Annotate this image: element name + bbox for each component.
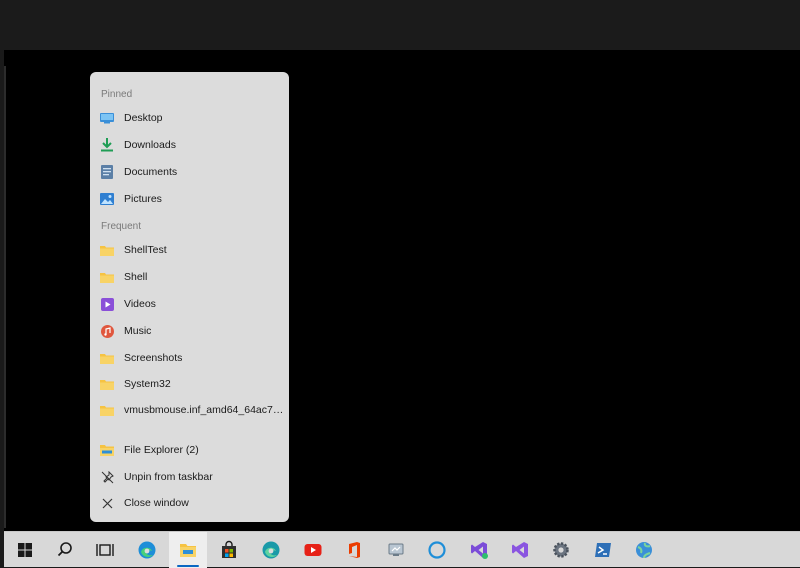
file-explorer-icon (100, 443, 114, 457)
jumplist-item-vmusbmouse[interactable]: vmusbmouse.inf_amd64_64ac7a0a... (90, 397, 289, 423)
search-icon (57, 542, 72, 557)
office-icon (349, 542, 360, 558)
frequent-section-title: Frequent (101, 221, 142, 232)
jumplist-item-label: File Explorer (2) (124, 444, 199, 456)
music-folder-icon (100, 324, 114, 338)
jumplist-item-label: Desktop (124, 112, 163, 124)
jumplist-item-label: Downloads (124, 139, 176, 151)
file-explorer-taskbar-button[interactable] (169, 532, 207, 568)
store-icon (222, 540, 236, 558)
folder-icon (100, 243, 114, 257)
microsoft-store-button[interactable] (210, 532, 248, 568)
jumplist-item-videos[interactable]: Videos (90, 291, 289, 317)
jumplist-action-close-window[interactable]: Close window (90, 490, 289, 516)
jumplist-item-label: Documents (124, 166, 178, 178)
jumplist-item-desktop[interactable]: Desktop (90, 105, 289, 131)
title-bar-area (0, 0, 800, 50)
jump-list: Pinned Desktop Downloads Documents Pictu… (90, 72, 289, 522)
jumplist-item-pictures[interactable]: Pictures (90, 186, 289, 212)
jumplist-item-screenshots[interactable]: Screenshots (90, 345, 289, 371)
jumplist-item-downloads[interactable]: Downloads (90, 132, 289, 158)
jumplist-item-label: Videos (124, 298, 156, 310)
jumplist-item-system32[interactable]: System32 (90, 371, 289, 397)
edge-dev-button[interactable] (252, 532, 290, 568)
edge-button[interactable] (128, 532, 166, 568)
network-button[interactable] (625, 532, 663, 568)
jumplist-item-label: Screenshots (124, 352, 183, 364)
edge-icon (138, 541, 156, 559)
remote-desktop-button[interactable] (377, 532, 415, 568)
downloads-folder-icon (100, 138, 114, 152)
unpin-icon (100, 470, 114, 484)
youtube-button[interactable] (294, 532, 332, 568)
powershell-button[interactable] (584, 532, 622, 568)
start-button[interactable] (6, 532, 44, 568)
window-edge (4, 66, 6, 528)
jumplist-item-label: System32 (124, 378, 171, 390)
videos-folder-icon (100, 297, 114, 311)
folder-icon (100, 403, 114, 417)
jumplist-item-shelltest[interactable]: ShellTest (90, 237, 289, 263)
file-explorer-icon (180, 544, 196, 557)
task-view-button[interactable] (86, 532, 124, 568)
visual-studio-preview-button[interactable] (460, 532, 498, 568)
windows-logo-icon (18, 543, 32, 557)
jumplist-action-file-explorer[interactable]: File Explorer (2) (90, 437, 289, 463)
folder-icon (100, 377, 114, 391)
jumplist-item-label: ShellTest (124, 244, 167, 256)
jumplist-action-unpin[interactable]: Unpin from taskbar (90, 464, 289, 490)
search-button[interactable] (46, 532, 84, 568)
jumplist-item-label: Unpin from taskbar (124, 471, 213, 483)
youtube-icon (304, 544, 322, 556)
desktop-folder-icon (100, 111, 114, 125)
jumplist-item-documents[interactable]: Documents (90, 159, 289, 185)
jumplist-item-music[interactable]: Music (90, 318, 289, 344)
jumplist-item-label: vmusbmouse.inf_amd64_64ac7a0a... (124, 404, 284, 416)
visual-studio-button[interactable] (501, 532, 539, 568)
taskbar (4, 531, 800, 568)
cortana-icon (428, 541, 446, 559)
visual-studio-icon (512, 542, 528, 558)
settings-button[interactable] (542, 532, 580, 568)
pinned-section-title: Pinned (101, 89, 133, 100)
jumplist-item-label: Shell (124, 271, 148, 283)
gear-icon (553, 542, 569, 558)
folder-icon (100, 270, 114, 284)
jumplist-item-shell[interactable]: Shell (90, 264, 289, 290)
folder-icon (100, 351, 114, 365)
visual-studio-preview-icon (471, 542, 488, 559)
jumplist-item-label: Pictures (124, 193, 162, 205)
office-button[interactable] (335, 532, 373, 568)
edge-dev-icon (262, 541, 280, 559)
jumplist-item-label: Music (124, 325, 152, 337)
remote-desktop-icon (388, 543, 404, 556)
pictures-folder-icon (100, 192, 114, 206)
powershell-icon (595, 543, 611, 557)
jumplist-item-label: Close window (124, 497, 189, 509)
cortana-button[interactable] (418, 532, 456, 568)
globe-network-icon (636, 542, 652, 559)
task-view-icon (96, 544, 114, 556)
documents-folder-icon (100, 165, 114, 179)
close-icon (100, 496, 114, 510)
